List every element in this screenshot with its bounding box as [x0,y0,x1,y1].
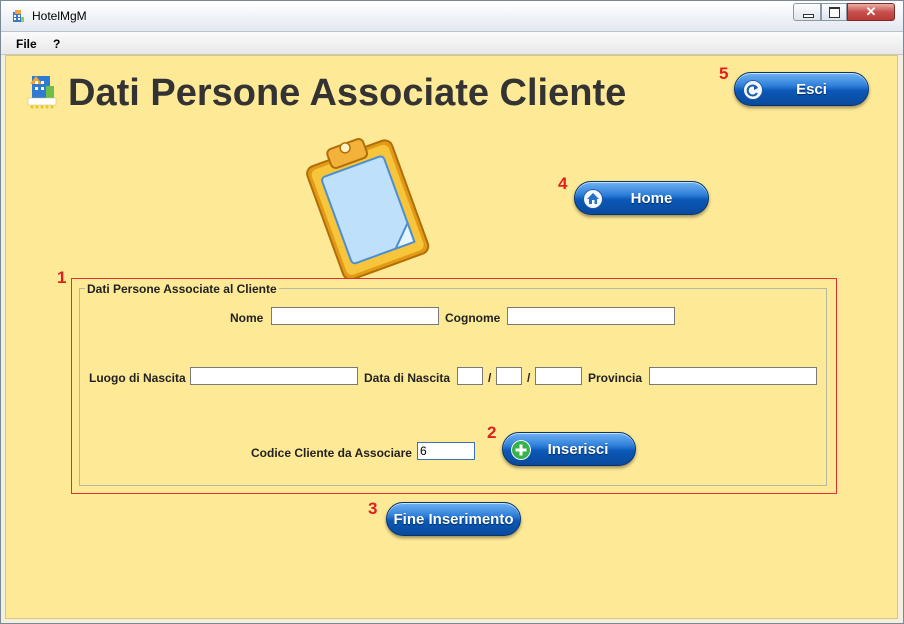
inserisci-label: Inserisci [547,441,609,458]
menu-file[interactable]: File [16,37,37,51]
page-title: Dati Persone Associate Cliente [68,72,627,114]
fieldset-legend: Dati Persone Associate al Cliente [85,282,279,296]
annotation-3: 3 [368,499,378,518]
application-window: HotelMgM ✕ File ? Dati Persone Associate… [0,0,904,624]
hotel-app-icon [13,10,24,22]
cognome-input[interactable] [507,307,675,325]
annotation-4: 4 [558,174,568,193]
window-title: HotelMgM [32,9,87,23]
home-button[interactable]: Home [574,181,709,215]
date-separator: / [488,371,492,385]
nome-label: Nome [230,311,264,325]
home-label: Home [630,190,673,207]
date-separator: / [527,371,531,385]
data-nascita-label: Data di Nascita [364,371,451,385]
luogo-nascita-input[interactable] [190,367,358,385]
esci-button[interactable]: Esci [734,72,869,106]
annotation-5: 5 [719,64,729,83]
annotation-1: 1 [57,268,67,287]
codice-cliente-input[interactable] [417,442,475,460]
main-panel: Dati Persone Associate Cliente Esci Home… [5,55,898,619]
title-bar[interactable]: HotelMgM ✕ [1,1,903,32]
close-icon: ✕ [865,4,877,19]
data-giorno-input[interactable] [457,367,483,385]
hotel-logo-icon [27,76,57,109]
inserisci-button[interactable]: Inserisci [502,432,636,466]
menu-bar: File ? [1,32,903,55]
clipboard-icon [306,138,430,278]
nome-input[interactable] [271,307,439,325]
cognome-label: Cognome [445,311,501,325]
close-button[interactable]: ✕ [847,3,895,21]
provincia-label: Provincia [588,371,643,385]
maximize-button[interactable] [821,3,847,21]
menu-help[interactable]: ? [53,37,60,51]
codice-cliente-label: Codice Cliente da Associare [251,446,412,460]
minimize-button[interactable] [793,3,821,21]
fine-inserimento-button[interactable]: Fine Inserimento [386,502,521,536]
provincia-input[interactable] [649,367,817,385]
data-anno-input[interactable] [535,367,582,385]
data-mese-input[interactable] [496,367,522,385]
fine-inserimento-label: Fine Inserimento [393,511,514,528]
esci-label: Esci [796,81,827,98]
luogo-nascita-label: Luogo di Nascita [89,371,186,385]
